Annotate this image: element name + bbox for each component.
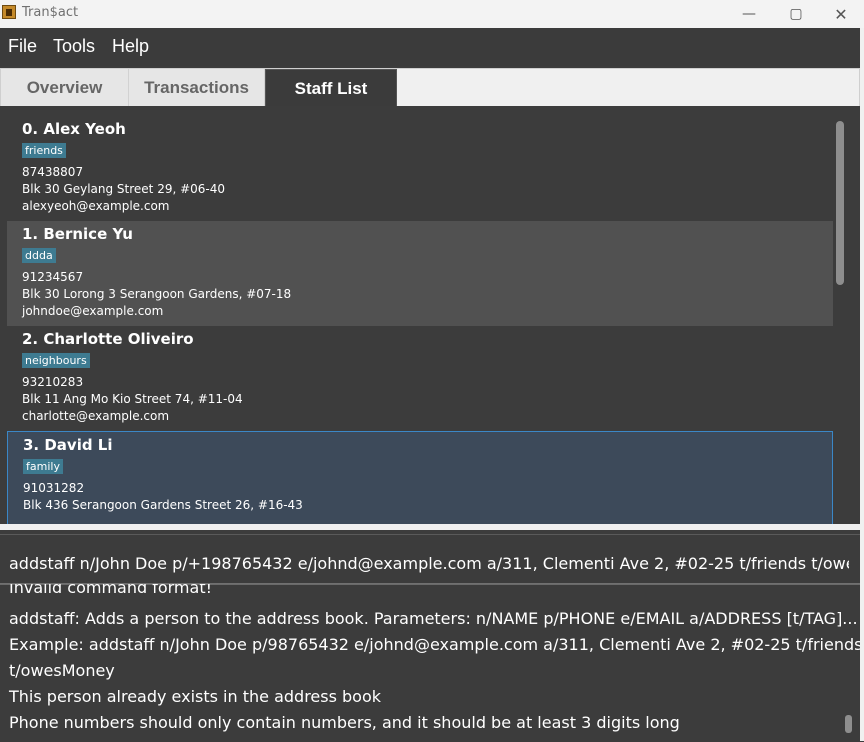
split-divider[interactable] <box>0 524 860 530</box>
staff-name: 0. Alex Yeoh <box>22 120 126 138</box>
staff-phone: 93210283 <box>22 375 84 389</box>
staff-phone: 91031282 <box>23 481 85 495</box>
menu-file[interactable]: File <box>8 36 37 57</box>
tab-staff-list[interactable]: Staff List <box>265 69 397 107</box>
staff-list-scroll-thumb[interactable] <box>836 121 844 285</box>
tab-overview[interactable]: Overview <box>1 69 129 106</box>
close-icon[interactable]: ✕ <box>818 0 864 28</box>
staff-phone: 87438807 <box>22 165 84 179</box>
staff-list-panel: 0. Alex Yeoh friends 87438807 Blk 30 Gey… <box>0 106 860 524</box>
staff-address: Blk 11 Ang Mo Kio Street 74, #11-04 <box>22 392 243 406</box>
staff-tag: friends <box>22 143 66 158</box>
staff-card[interactable]: 2. Charlotte Oliveiro neighbours 9321028… <box>7 326 833 431</box>
window-edge <box>860 28 864 741</box>
staff-tag: neighbours <box>22 353 90 368</box>
staff-name: 1. Bernice Yu <box>22 225 133 243</box>
menu-tools[interactable]: Tools <box>53 36 95 57</box>
staff-email: charlotte@example.com <box>22 409 170 423</box>
staff-address: Blk 30 Geylang Street 29, #06-40 <box>22 182 226 196</box>
staff-tag: ddda <box>22 248 56 263</box>
minimize-icon[interactable]: — <box>726 0 772 28</box>
staff-card-selected[interactable]: 3. David Li family 91031282 Blk 436 Sera… <box>7 431 833 524</box>
staff-tag: family <box>23 459 63 474</box>
menu-help[interactable]: Help <box>112 36 149 57</box>
staff-phone: 91234567 <box>22 270 84 284</box>
result-scroll-thumb[interactable] <box>845 715 852 733</box>
command-input-field[interactable] <box>9 554 849 573</box>
staff-email: johndoe@example.com <box>22 304 164 318</box>
staff-card[interactable]: 0. Alex Yeoh friends 87438807 Blk 30 Gey… <box>7 116 833 221</box>
staff-card[interactable]: 1. Bernice Yu ddda 91234567 Blk 30 Loron… <box>7 221 833 326</box>
result-line: Example: addstaff n/John Doe p/98765432 … <box>9 635 863 654</box>
tab-transactions[interactable]: Transactions <box>129 69 265 106</box>
staff-name: 2. Charlotte Oliveiro <box>22 330 194 348</box>
result-line: Phone numbers should only contain number… <box>9 713 680 732</box>
staff-name: 3. David Li <box>23 436 113 454</box>
title-bar: Tran$act — ▢ ✕ <box>0 0 864 28</box>
staff-email: alexyeoh@example.com <box>22 199 170 213</box>
staff-address: Blk 436 Serangoon Gardens Street 26, #16… <box>23 498 303 512</box>
maximize-icon[interactable]: ▢ <box>773 0 819 28</box>
result-line: This person already exists in the addres… <box>9 687 382 706</box>
result-line: t/owesMoney <box>9 661 115 680</box>
window-title: Tran$act <box>22 5 79 20</box>
staff-address: Blk 30 Lorong 3 Serangoon Gardens, #07-1… <box>22 287 292 301</box>
app-icon <box>2 5 16 19</box>
result-line: addstaff: Adds a person to the address b… <box>9 609 858 628</box>
